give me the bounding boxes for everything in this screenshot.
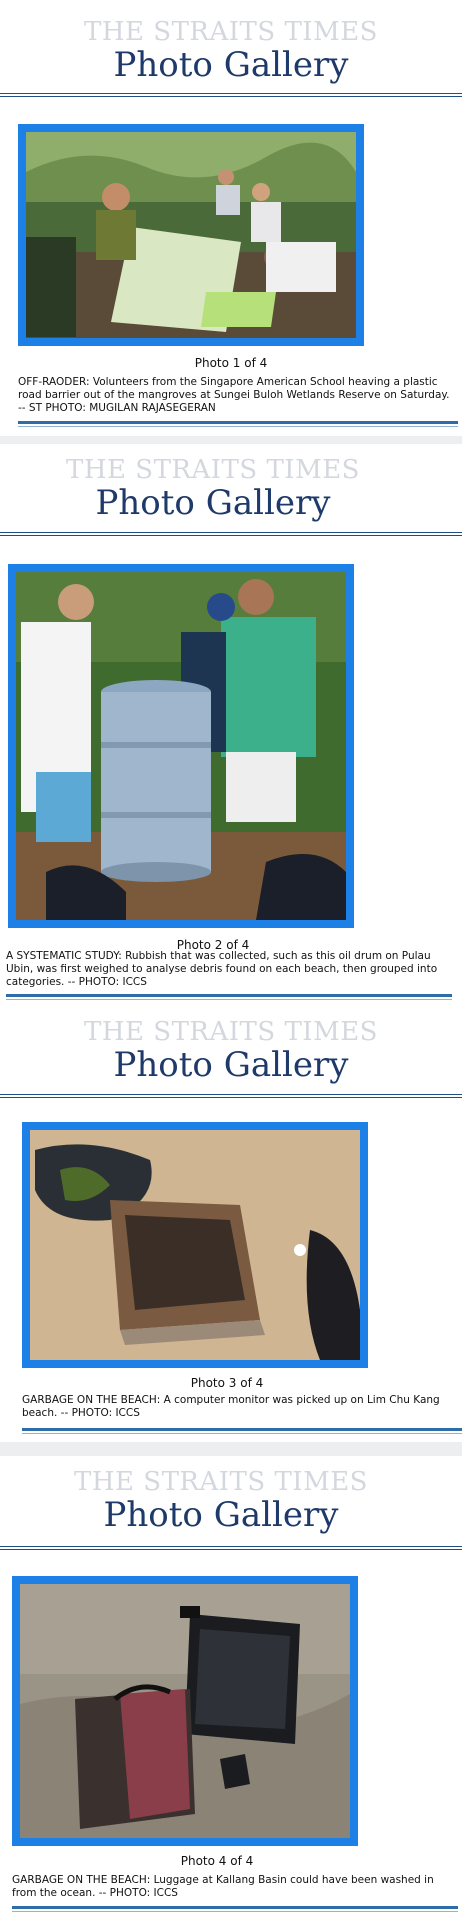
gallery-title: Photo Gallery (103, 1495, 339, 1535)
gallery-title: Photo Gallery (113, 45, 349, 85)
caption-rule (6, 999, 452, 1000)
masthead: THE STRAITS TIMES Photo Gallery (0, 1018, 462, 1084)
caption-rule (18, 426, 458, 427)
masthead-rule (0, 1094, 462, 1098)
caption-rule (12, 1911, 458, 1912)
gallery-title: Photo Gallery (113, 1045, 349, 1085)
photo-counter: Photo 3 of 4 (190, 1376, 264, 1390)
caption-rule (22, 1428, 462, 1431)
caption-rule (18, 421, 458, 424)
brand-name: THE STRAITS TIMES (74, 1467, 368, 1497)
photo-caption: OFF-RAODER: Volunteers from the Singapor… (18, 376, 450, 414)
gallery-panel-4: THE STRAITS TIMES Photo Gallery Photo 4 … (0, 1456, 462, 1930)
masthead: THE STRAITS TIMES Photo Gallery (0, 456, 444, 522)
photo-frame (18, 124, 364, 346)
masthead-rule (0, 1546, 462, 1550)
caption-rule (12, 1906, 458, 1909)
gallery-panel-3: THE STRAITS TIMES Photo Gallery Photo 3 … (0, 1004, 462, 1442)
photo-counter: Photo 4 of 4 (180, 1854, 254, 1868)
caption-rule (6, 994, 452, 997)
photo-image[interactable] (26, 132, 356, 338)
photo-caption: A SYSTEMATIC STUDY: Rubbish that was col… (6, 950, 438, 988)
masthead: THE STRAITS TIMES Photo Gallery (0, 18, 462, 84)
masthead-rule (0, 532, 462, 536)
caption-rule (22, 1433, 462, 1434)
brand-name: THE STRAITS TIMES (66, 455, 360, 485)
masthead: THE STRAITS TIMES Photo Gallery (0, 1468, 452, 1534)
photo-frame (22, 1122, 368, 1368)
masthead-rule (0, 93, 462, 97)
gallery-panel-1: THE STRAITS TIMES Photo Gallery Photo 1 … (0, 0, 462, 436)
gallery-panel-2: THE STRAITS TIMES Photo Gallery Photo 2 … (0, 444, 462, 994)
brand-name: THE STRAITS TIMES (84, 1017, 378, 1047)
photo-caption: GARBAGE ON THE BEACH: A computer monitor… (22, 1394, 440, 1419)
photo-frame (8, 564, 354, 928)
panel-separator (0, 436, 462, 444)
brand-name: THE STRAITS TIMES (84, 17, 378, 47)
gallery-title: Photo Gallery (95, 483, 331, 523)
photo-image[interactable] (20, 1584, 350, 1838)
panel-separator (0, 1442, 462, 1456)
photo-image[interactable] (16, 572, 346, 920)
photo-frame (12, 1576, 358, 1846)
photo-counter: Photo 1 of 4 (194, 356, 268, 370)
photo-caption: GARBAGE ON THE BEACH: Luggage at Kallang… (12, 1874, 434, 1899)
photo-image[interactable] (30, 1130, 360, 1360)
